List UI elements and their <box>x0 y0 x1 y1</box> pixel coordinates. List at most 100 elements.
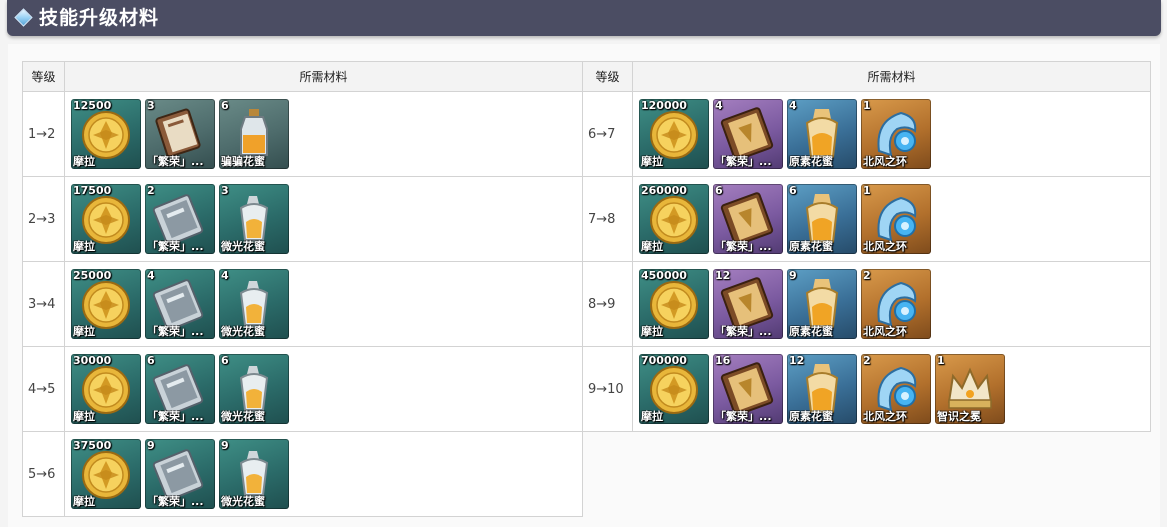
level-cell: 1→2 <box>22 91 65 177</box>
material-item[interactable]: 12500 摩拉 <box>71 99 141 169</box>
materials-cell: 37500 摩拉 9 「繁荣」... 9 微光花蜜 <box>64 431 583 517</box>
material-name: 「繁荣」... <box>147 325 204 338</box>
materials-cell: 30000 摩拉 6 「繁荣」... 6 微光花蜜 <box>64 346 583 432</box>
material-item[interactable]: 37500 摩拉 <box>71 439 141 509</box>
materials-cell: 25000 摩拉 4 「繁荣」... 4 微光花蜜 <box>64 261 583 347</box>
level-cell: 6→7 <box>582 91 633 177</box>
material-item[interactable]: 6 「繁荣」... <box>145 354 215 424</box>
material-list: 25000 摩拉 4 「繁荣」... 4 微光花蜜 <box>71 269 582 339</box>
material-count: 3 <box>147 99 155 112</box>
material-count: 1 <box>937 354 945 367</box>
material-name: 原素花蜜 <box>789 410 833 423</box>
material-name: 原素花蜜 <box>789 155 833 168</box>
material-count: 450000 <box>641 269 687 282</box>
material-item[interactable]: 4 原素花蜜 <box>787 99 857 169</box>
material-count: 6 <box>221 99 229 112</box>
material-count: 12 <box>715 269 731 282</box>
material-list: 260000 摩拉 6 「繁荣」... 6 原素花蜜 1 北风之环 <box>639 184 1150 254</box>
material-list: 120000 摩拉 4 「繁荣」... 4 原素花蜜 1 北风之环 <box>639 99 1150 169</box>
material-count: 2 <box>863 354 871 367</box>
materials-cell: 450000 摩拉 12 「繁荣」... 9 原素花蜜 2 北风之环 <box>632 261 1151 347</box>
material-item[interactable]: 4 「繁荣」... <box>713 99 783 169</box>
table-row: 2→3 17500 摩拉 2 「繁荣」... 3 微光花蜜 7→8 260000 摩拉 6 「繁荣」.… <box>22 176 1151 262</box>
material-item[interactable]: 450000 摩拉 <box>639 269 709 339</box>
material-item[interactable]: 1 北风之环 <box>861 99 931 169</box>
material-item[interactable]: 12 原素花蜜 <box>787 354 857 424</box>
material-count: 9 <box>789 269 797 282</box>
materials-column-header: 所需材料 <box>64 61 583 92</box>
material-item[interactable]: 30000 摩拉 <box>71 354 141 424</box>
material-list: 17500 摩拉 2 「繁荣」... 3 微光花蜜 <box>71 184 582 254</box>
material-count: 6 <box>715 184 723 197</box>
material-item[interactable]: 17500 摩拉 <box>71 184 141 254</box>
material-name: 智识之冕 <box>937 410 981 423</box>
material-item[interactable]: 9 「繁荣」... <box>145 439 215 509</box>
section-header: 技能升级材料 <box>7 0 1161 36</box>
material-list: 12500 摩拉 3 「繁荣」... 6 骗骗花蜜 <box>71 99 582 169</box>
materials-column-header: 所需材料 <box>632 61 1151 92</box>
level-cell: 9→10 <box>582 346 633 432</box>
material-count: 4 <box>147 269 155 282</box>
material-name: 「繁荣」... <box>147 155 204 168</box>
material-name: 摩拉 <box>73 495 95 508</box>
material-item[interactable]: 9 原素花蜜 <box>787 269 857 339</box>
material-item[interactable]: 6 骗骗花蜜 <box>219 99 289 169</box>
material-name: 「繁荣」... <box>715 325 772 338</box>
materials-cell: 700000 摩拉 16 「繁荣」... 12 原素花蜜 2 北风之环 1 智识之冕 <box>632 346 1151 432</box>
material-item[interactable]: 2 「繁荣」... <box>145 184 215 254</box>
material-item[interactable]: 6 微光花蜜 <box>219 354 289 424</box>
material-item[interactable]: 16 「繁荣」... <box>713 354 783 424</box>
material-count: 37500 <box>73 439 112 452</box>
material-item[interactable]: 1 北风之环 <box>861 184 931 254</box>
material-count: 2 <box>863 269 871 282</box>
material-name: 北风之环 <box>863 410 907 423</box>
material-item[interactable]: 120000 摩拉 <box>639 99 709 169</box>
level-cell: 3→4 <box>22 261 65 347</box>
material-item[interactable]: 6 原素花蜜 <box>787 184 857 254</box>
material-item[interactable]: 260000 摩拉 <box>639 184 709 254</box>
table-header-row: 等级 所需材料 等级 所需材料 <box>22 61 1151 92</box>
material-count: 16 <box>715 354 731 367</box>
material-name: 北风之环 <box>863 240 907 253</box>
material-name: 微光花蜜 <box>221 325 265 338</box>
material-item[interactable]: 12 「繁荣」... <box>713 269 783 339</box>
material-count: 6 <box>221 354 229 367</box>
section-title: 技能升级材料 <box>39 7 160 29</box>
materials-cell: 12500 摩拉 3 「繁荣」... 6 骗骗花蜜 <box>64 91 583 177</box>
material-count: 6 <box>789 184 797 197</box>
materials-cell: 17500 摩拉 2 「繁荣」... 3 微光花蜜 <box>64 176 583 262</box>
material-item[interactable]: 6 「繁荣」... <box>713 184 783 254</box>
materials-cell: 120000 摩拉 4 「繁荣」... 4 原素花蜜 1 北风之环 <box>632 91 1151 177</box>
material-item[interactable]: 3 「繁荣」... <box>145 99 215 169</box>
materials-cell: 260000 摩拉 6 「繁荣」... 6 原素花蜜 1 北风之环 <box>632 176 1151 262</box>
material-list: 700000 摩拉 16 「繁荣」... 12 原素花蜜 2 北风之环 1 智识之冕 <box>639 354 1150 424</box>
material-count: 700000 <box>641 354 687 367</box>
material-count: 2 <box>147 184 155 197</box>
material-count: 260000 <box>641 184 687 197</box>
material-item[interactable]: 4 「繁荣」... <box>145 269 215 339</box>
material-name: 「繁荣」... <box>147 495 204 508</box>
material-list: 30000 摩拉 6 「繁荣」... 6 微光花蜜 <box>71 354 582 424</box>
material-item[interactable]: 2 北风之环 <box>861 354 931 424</box>
material-name: 摩拉 <box>73 325 95 338</box>
material-count: 3 <box>221 184 229 197</box>
material-name: 摩拉 <box>641 240 663 253</box>
level-cell: 7→8 <box>582 176 633 262</box>
material-item[interactable]: 3 微光花蜜 <box>219 184 289 254</box>
material-item[interactable]: 2 北风之环 <box>861 269 931 339</box>
material-count: 30000 <box>73 354 112 367</box>
level-column-header: 等级 <box>22 61 65 92</box>
material-item[interactable]: 9 微光花蜜 <box>219 439 289 509</box>
material-item[interactable]: 1 智识之冕 <box>935 354 1005 424</box>
material-name: 摩拉 <box>73 410 95 423</box>
table-row: 1→2 12500 摩拉 3 「繁荣」... 6 骗骗花蜜 6→7 120000 摩拉 4 「繁荣」.… <box>22 91 1151 177</box>
material-count: 6 <box>147 354 155 367</box>
material-count: 4 <box>221 269 229 282</box>
material-item[interactable]: 4 微光花蜜 <box>219 269 289 339</box>
level-cell: 5→6 <box>22 431 65 517</box>
material-count: 9 <box>147 439 155 452</box>
material-item[interactable]: 700000 摩拉 <box>639 354 709 424</box>
material-item[interactable]: 25000 摩拉 <box>71 269 141 339</box>
material-name: 摩拉 <box>73 240 95 253</box>
level-cell: 4→5 <box>22 346 65 432</box>
